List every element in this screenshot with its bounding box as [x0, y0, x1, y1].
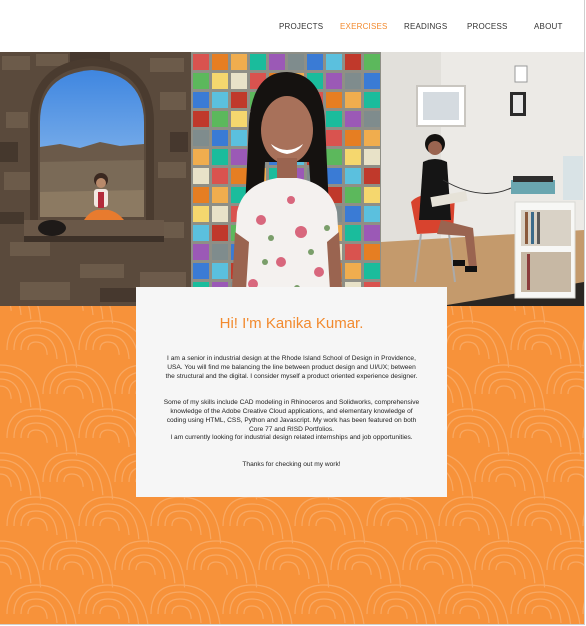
photo-strip [0, 52, 584, 306]
top-nav: PROJECTS EXERCISES READINGS PROCESS ABOU… [0, 0, 584, 52]
intro-paragraph-skills: Some of my skills include CAD modeling i… [163, 399, 420, 433]
room-photo [381, 52, 584, 306]
intro-title: Hi! I'm Kanika Kumar. [219, 315, 364, 332]
intro-card: Hi! I'm Kanika Kumar. I am a senior in i… [136, 287, 447, 497]
fort-photo [0, 52, 191, 306]
intro-paragraph-looking: I am currently looking for industrial de… [170, 434, 413, 441]
nav-process-link[interactable]: PROCESS [467, 22, 508, 31]
intro-paragraph-thanks: Thanks for checking out my work! [242, 461, 341, 468]
nav-readings-link[interactable]: READINGS [404, 22, 447, 31]
page: PROJECTS EXERCISES READINGS PROCESS ABOU… [0, 0, 585, 625]
portrait-photo [191, 52, 381, 306]
intro-paragraph-about: I am a senior in industrial design at th… [165, 355, 418, 380]
nav-projects-link[interactable]: PROJECTS [279, 22, 323, 31]
nav-exercises-link[interactable]: EXERCISES [340, 22, 388, 31]
nav-about-link[interactable]: ABOUT [534, 22, 563, 31]
